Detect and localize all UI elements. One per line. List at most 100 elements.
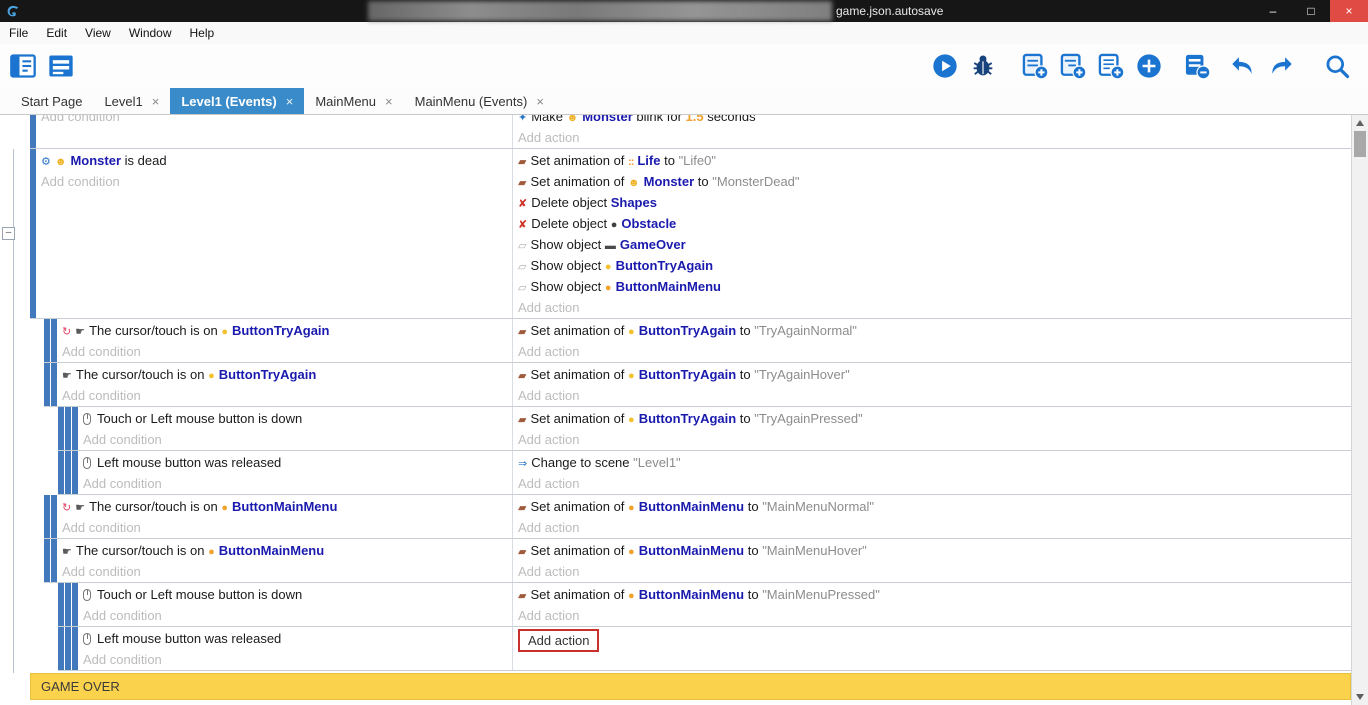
event-row[interactable]: ↻☛The cursor/touch is on ●ButtonMainMenu…	[44, 495, 1351, 539]
conditions-cell[interactable]: Touch or Left mouse button is down Add co…	[78, 583, 512, 626]
toggle-event-icon[interactable]	[1182, 51, 1212, 81]
undo-icon[interactable]	[1228, 51, 1258, 81]
conditions-cell[interactable]: Left mouse button was releasedAdd condit…	[78, 451, 512, 494]
show-object-icon: ▱	[518, 236, 526, 257]
minimize-button[interactable]: –	[1254, 0, 1292, 22]
event-row[interactable]: Left mouse button was releasedAdd condit…	[58, 627, 1351, 671]
tab-close-icon[interactable]: ×	[152, 94, 160, 109]
project-manager-icon[interactable]	[8, 51, 38, 81]
conditions-cell[interactable]: Left mouse button was releasedAdd condit…	[78, 627, 512, 670]
actions-cell[interactable]: ⇒Change to scene "Level1"Add action	[512, 451, 1351, 494]
conditions-cell[interactable]: ↻☛The cursor/touch is on ●ButtonTryAgain…	[57, 319, 512, 362]
add-action-link[interactable]: Add action	[518, 388, 579, 403]
tab-close-icon[interactable]: ×	[286, 94, 294, 109]
conditions-cell[interactable]: ☛The cursor/touch is on ●ButtonMainMenuA…	[57, 539, 512, 582]
add-condition-link[interactable]: Add condition	[62, 344, 141, 359]
menu-bar: FileEditViewWindowHelp	[0, 22, 1368, 44]
param-value: "Level1"	[633, 455, 681, 470]
actions-cell[interactable]: ▰Set animation of ●ButtonTryAgain to "Tr…	[512, 363, 1351, 406]
actions-cell[interactable]: ▰Set animation of ●ButtonMainMenu to "Ma…	[512, 495, 1351, 538]
add-condition-link[interactable]: Add condition	[83, 652, 162, 667]
event-row[interactable]: Left mouse button was releasedAdd condit…	[58, 451, 1351, 495]
event-row[interactable]: ↻☛The cursor/touch is on ●ButtonTryAgain…	[44, 319, 1351, 363]
comment-event[interactable]: GAME OVER	[30, 673, 1351, 700]
event-text: Touch or Left mouse button is down	[97, 587, 302, 602]
add-action-link[interactable]: Add action	[518, 564, 579, 579]
actions-cell[interactable]: ▰Set animation of ●ButtonTryAgain to "Tr…	[512, 407, 1351, 450]
debug-icon[interactable]	[968, 51, 998, 81]
add-condition-link[interactable]: Add condition	[83, 608, 162, 623]
scroll-up-icon[interactable]	[1356, 120, 1364, 126]
event-row[interactable]: ☛The cursor/touch is on ●ButtonTryAgainA…	[44, 363, 1351, 407]
menu-view[interactable]: View	[76, 22, 120, 44]
add-condition-link[interactable]: Add condition	[62, 520, 141, 535]
delete-object-icon: ✘	[518, 215, 527, 236]
event-text: Set animation of	[530, 153, 628, 168]
event-row[interactable]: Add condition ✦Make ☻Monster blink for 1.…	[30, 115, 1351, 149]
vertical-scrollbar[interactable]	[1351, 115, 1368, 705]
tab-level1-events-[interactable]: Level1 (Events)×	[170, 88, 304, 114]
param-value: "TryAgainNormal"	[754, 323, 857, 338]
tab-close-icon[interactable]: ×	[536, 94, 544, 109]
tab-close-icon[interactable]: ×	[385, 94, 393, 109]
menu-file[interactable]: File	[0, 22, 37, 44]
menu-edit[interactable]: Edit	[37, 22, 76, 44]
add-action-link[interactable]: Add action	[518, 344, 579, 359]
menu-window[interactable]: Window	[120, 22, 181, 44]
actions-cell[interactable]: ▰Set animation of ●ButtonTryAgain to "Tr…	[512, 319, 1351, 362]
nesting-bar	[44, 539, 50, 582]
actions-cell[interactable]: Add action	[512, 627, 1351, 670]
add-condition-link[interactable]: Add condition	[83, 432, 162, 447]
add-event-icon[interactable]	[1020, 51, 1050, 81]
tab-level1[interactable]: Level1×	[93, 88, 170, 114]
event-row[interactable]: ☛The cursor/touch is on ●ButtonMainMenuA…	[44, 539, 1351, 583]
event-row[interactable]: Touch or Left mouse button is down Add co…	[58, 583, 1351, 627]
close-button[interactable]: ×	[1330, 0, 1368, 22]
event-text: The cursor/touch is on	[76, 543, 208, 558]
add-condition-link[interactable]: Add condition	[62, 564, 141, 579]
editors-panel-icon[interactable]	[46, 51, 76, 81]
scroll-down-icon[interactable]	[1356, 694, 1364, 700]
conditions-cell[interactable]: ⚙☻Monster is deadAdd condition	[36, 149, 512, 318]
menu-help[interactable]: Help	[181, 22, 224, 44]
actions-cell[interactable]: ✦Make ☻Monster blink for 1.5 secondsAdd …	[512, 115, 1351, 148]
add-action-link[interactable]: Add action	[518, 629, 599, 652]
redo-icon[interactable]	[1266, 51, 1296, 81]
tab-mainmenu-events-[interactable]: MainMenu (Events)×	[404, 88, 555, 114]
event-row[interactable]: ⚙☻Monster is deadAdd condition▰Set anima…	[30, 149, 1351, 319]
event-line: Add condition	[83, 649, 508, 670]
tab-mainmenu[interactable]: MainMenu×	[304, 88, 403, 114]
preview-play-icon[interactable]	[930, 51, 960, 81]
conditions-cell[interactable]: Touch or Left mouse button is downAdd co…	[78, 407, 512, 450]
object-name: ButtonTryAgain	[616, 258, 714, 273]
add-action-link[interactable]: Add action	[518, 608, 579, 623]
add-action-link[interactable]: Add action	[518, 520, 579, 535]
set-animation-icon: ▰	[518, 366, 526, 387]
tab-start-page[interactable]: Start Page	[10, 88, 93, 114]
actions-cell[interactable]: ▰Set animation of ●ButtonMainMenu to "Ma…	[512, 539, 1351, 582]
conditions-cell[interactable]: ☛The cursor/touch is on ●ButtonTryAgainA…	[57, 363, 512, 406]
actions-cell[interactable]: ▰Set animation of ●ButtonMainMenu to "Ma…	[512, 583, 1351, 626]
add-condition-link[interactable]: Add condition	[62, 388, 141, 403]
add-comment-icon[interactable]	[1096, 51, 1126, 81]
conditions-cell[interactable]: Add condition	[36, 115, 512, 148]
object-name: Shapes	[611, 195, 657, 210]
actions-cell[interactable]: ▰Set animation of ::Life to "Life0"▰Set …	[512, 149, 1351, 318]
add-action-link[interactable]: Add action	[518, 476, 579, 491]
search-icon[interactable]	[1322, 51, 1352, 81]
add-action-link[interactable]: Add action	[518, 432, 579, 447]
add-action-link[interactable]: Add action	[518, 300, 579, 315]
add-condition-link[interactable]: Add condition	[41, 115, 120, 124]
scrollbar-thumb[interactable]	[1354, 131, 1366, 157]
conditions-cell[interactable]: ↻☛The cursor/touch is on ●ButtonMainMenu…	[57, 495, 512, 538]
add-condition-link[interactable]: Add condition	[41, 174, 120, 189]
event-text: to	[744, 499, 762, 514]
maximize-button[interactable]: □	[1292, 0, 1330, 22]
button-mainmenu-icon: ●	[628, 498, 635, 519]
add-subevent-icon[interactable]	[1058, 51, 1088, 81]
add-event-circle-icon[interactable]	[1134, 51, 1164, 81]
add-action-link[interactable]: Add action	[518, 130, 579, 145]
event-row[interactable]: Touch or Left mouse button is downAdd co…	[58, 407, 1351, 451]
add-condition-link[interactable]: Add condition	[83, 476, 162, 491]
toolbar	[0, 44, 1368, 88]
